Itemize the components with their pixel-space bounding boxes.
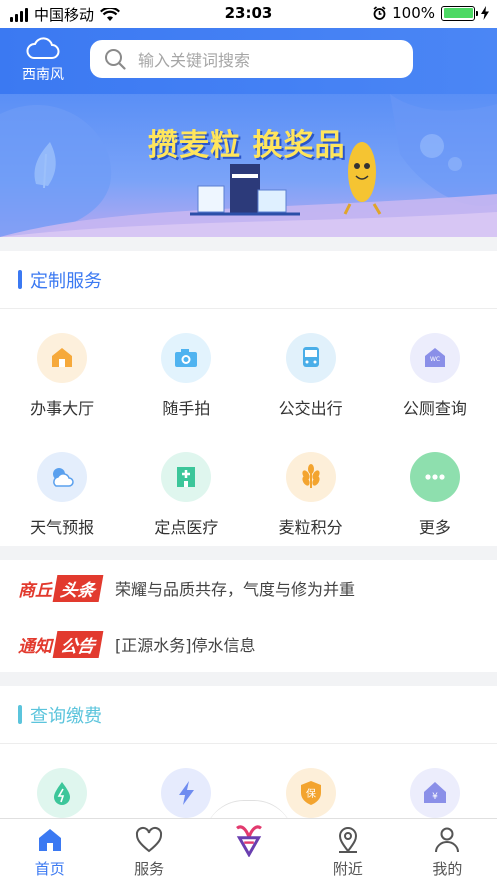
top-header: 西南风 输入关键词搜索 — [0, 28, 497, 94]
grid-item[interactable]: 定点医疗 — [124, 428, 248, 547]
grid-item[interactable]: 公交出行 — [249, 309, 373, 428]
tab-label: 服务 — [134, 860, 165, 878]
tab-label: 我的 — [432, 860, 463, 878]
grid-item[interactable]: 天气预报 — [0, 428, 124, 547]
battery-icon — [441, 5, 478, 21]
promo-banner[interactable]: 攒麦粒 换奖品 — [0, 94, 497, 237]
more-icon — [409, 452, 460, 502]
tab-label: 附近 — [332, 860, 363, 878]
grid-item[interactable] — [0, 744, 124, 818]
hall-icon — [37, 333, 88, 383]
query-payment-section: 查询缴费 保 ¥ — [0, 686, 497, 818]
headline-tag: 商丘 头条 — [18, 574, 104, 602]
search-bar[interactable]: 输入关键词搜索 — [90, 40, 413, 78]
tab-location[interactable]: 附近 — [298, 819, 397, 883]
grid-item[interactable]: 办事大厅 — [0, 309, 124, 428]
heart-icon — [136, 826, 163, 853]
news-section: 商丘 头条 荣耀与品质共存，气度与修为并重 通知 公告 [正源水务]停水信息 — [0, 560, 497, 672]
section-title: 定制服务 — [30, 270, 102, 292]
grid-item-label: 更多 — [418, 518, 451, 537]
insurance-icon: 保 — [285, 768, 336, 818]
tab-heart[interactable]: 服务 — [99, 819, 198, 883]
grid-item-label: 办事大厅 — [30, 399, 95, 418]
home-icon — [38, 829, 61, 851]
bottom-tab-bar: 首页 服务 附近 我的 — [0, 818, 497, 883]
search-placeholder: 输入关键词搜索 — [138, 51, 251, 70]
svg-text:WC: WC — [430, 356, 440, 363]
grid-item[interactable]: ¥ — [373, 744, 497, 818]
grid-item[interactable]: 麦粒积分 — [249, 428, 373, 547]
grid-item[interactable]: 随手拍 — [124, 309, 248, 428]
battery-percent: 100% — [392, 4, 435, 22]
toilet-icon: WC — [409, 333, 460, 383]
user-icon — [435, 827, 460, 853]
grid-item[interactable]: 更多 — [373, 428, 497, 547]
banner-artwork — [0, 94, 497, 237]
tab-label: 首页 — [34, 860, 65, 878]
location-icon — [338, 827, 357, 853]
electricity-icon — [161, 768, 212, 818]
tab-city-logo[interactable] — [199, 819, 298, 883]
weather-text: 西南风 — [22, 67, 64, 83]
weather-widget[interactable]: 西南风 — [14, 36, 72, 84]
section-header: 查询缴费 — [0, 686, 497, 744]
news-row-notice[interactable]: 通知 公告 [正源水务]停水信息 — [0, 616, 497, 672]
news-text: [正源水务]停水信息 — [115, 636, 256, 655]
water-icon — [37, 768, 88, 818]
cloud-icon — [26, 37, 60, 59]
alarm-icon — [373, 6, 386, 20]
section-header: 定制服务 — [0, 251, 497, 309]
status-bar: 中国移动 23:03 100% — [0, 0, 497, 28]
grid-item-label: 公厕查询 — [402, 399, 467, 418]
hospital-icon — [161, 452, 212, 502]
charging-icon — [481, 6, 489, 20]
grid-item-label: 公交出行 — [278, 399, 343, 418]
bus-icon — [285, 333, 336, 383]
wheat-icon — [285, 452, 336, 502]
grid-item-label: 天气预报 — [30, 518, 95, 537]
section-accent-bar — [18, 705, 22, 724]
tab-home[interactable]: 首页 — [0, 819, 99, 883]
housing-fund-icon: ¥ — [409, 768, 460, 818]
section-accent-bar — [18, 270, 22, 289]
svg-text:保: 保 — [306, 787, 316, 800]
camera-icon — [161, 333, 212, 383]
grid-item-label: 随手拍 — [162, 399, 211, 418]
grid-item[interactable]: WC 公厕查询 — [373, 309, 497, 428]
section-title: 查询缴费 — [30, 705, 102, 727]
notice-tag: 通知 公告 — [18, 630, 104, 658]
city-logo-icon — [235, 825, 262, 857]
service-grid: 办事大厅 随手拍 公交出行 WC 公厕查询天气预报 定点医疗 麦粒积分 更多 — [0, 309, 497, 547]
grid-item-label: 麦粒积分 — [278, 518, 343, 537]
svg-text:¥: ¥ — [432, 792, 438, 802]
search-icon — [105, 49, 126, 70]
grid-item-label: 定点医疗 — [154, 518, 219, 537]
banner-title: 攒麦粒 换奖品 — [148, 128, 346, 163]
news-text: 荣耀与品质共存，气度与修为并重 — [115, 580, 356, 599]
tab-user[interactable]: 我的 — [398, 819, 497, 883]
weather-icon — [37, 452, 88, 502]
news-row-headline[interactable]: 商丘 头条 荣耀与品质共存，气度与修为并重 — [0, 560, 497, 616]
custom-service-section: 定制服务 办事大厅 随手拍 公交出行 WC 公厕查询天气预报 定点医疗 麦粒积分 更多 — [0, 251, 497, 546]
